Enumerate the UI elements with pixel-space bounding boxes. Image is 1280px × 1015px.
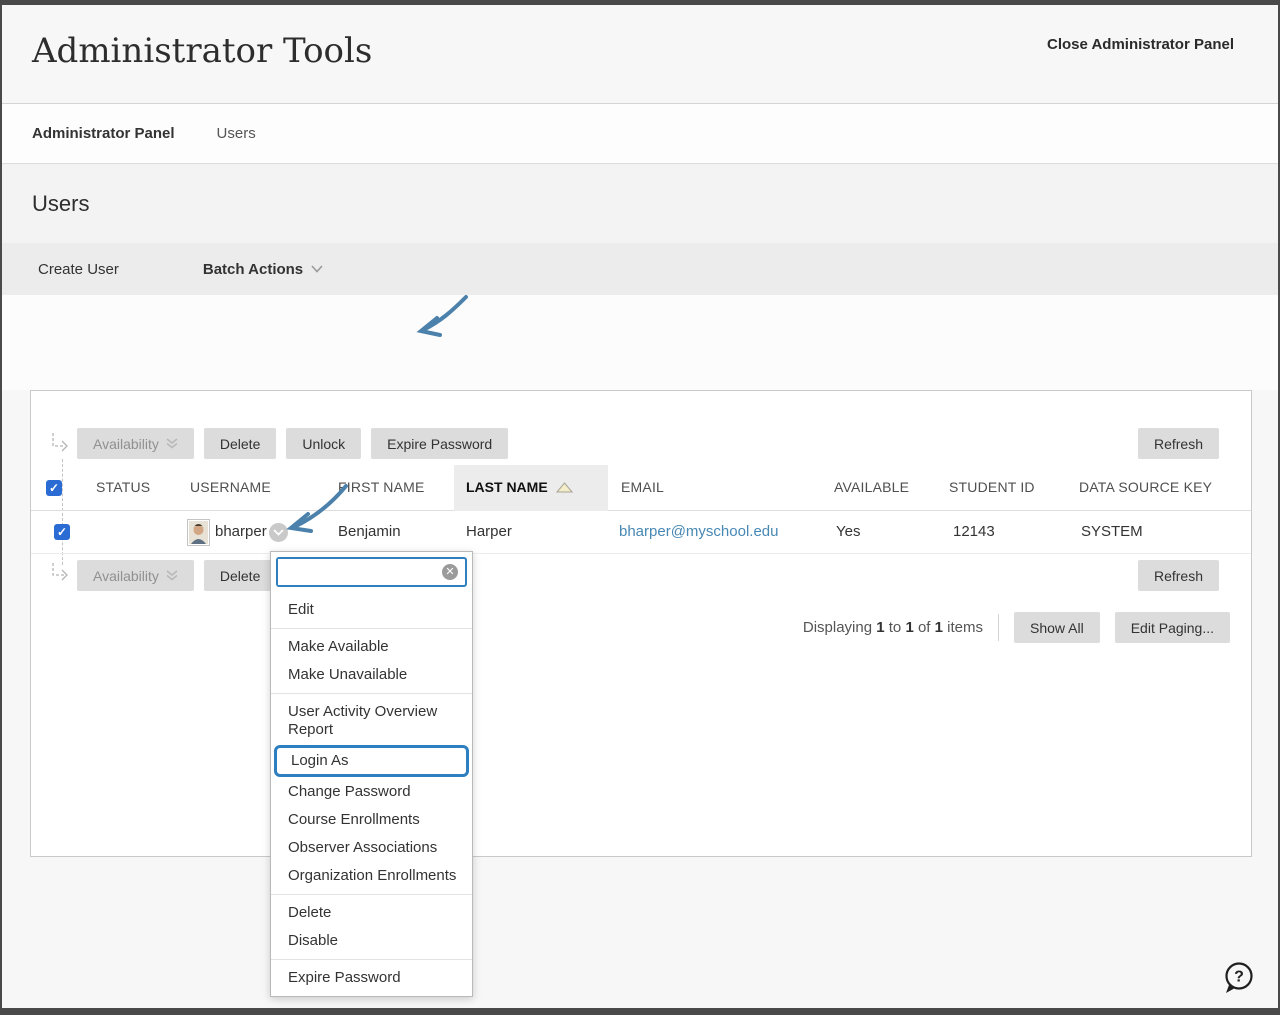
menu-item-make-available[interactable]: Make Available (271, 633, 472, 661)
help-icon: ? (1220, 960, 1256, 998)
double-chevron-down-icon (166, 570, 178, 581)
row-email-link[interactable]: bharper@myschool.edu (619, 523, 778, 540)
avatar-photo (189, 521, 208, 544)
svg-text:?: ? (1234, 969, 1244, 986)
paging-bar: Displaying 1 to 1 of 1 items Show All Ed… (803, 612, 1230, 643)
column-student-id[interactable]: STUDENT ID (949, 479, 1035, 495)
breadcrumb: Administrator Panel Users (2, 103, 1278, 164)
delete-button[interactable]: Delete (204, 428, 276, 459)
search-strip: Search: Username Contains In All Users G… (2, 295, 1278, 390)
menu-item-user-activity-overview-report[interactable]: User Activity Overview Report (271, 698, 472, 744)
user-options-menu-button[interactable] (269, 523, 288, 542)
availability-label: Availability (93, 568, 159, 584)
column-last-name-label: LAST NAME (466, 479, 548, 495)
context-menu-filter: ✕ (276, 557, 467, 587)
breadcrumb-administrator-panel[interactable]: Administrator Panel (32, 125, 175, 142)
help-button[interactable]: ? (1220, 960, 1256, 998)
paging-divider (998, 614, 999, 641)
page-header-title: Administrator Tools (32, 31, 372, 71)
menu-item-delete[interactable]: Delete (271, 899, 472, 927)
show-all-button[interactable]: Show All (1014, 612, 1100, 643)
availability-button[interactable]: Availability (77, 428, 194, 459)
menu-item-change-password[interactable]: Change Password (271, 778, 472, 806)
menu-group: Delete Disable (271, 894, 472, 959)
user-avatar (187, 519, 210, 546)
column-available[interactable]: AVAILABLE (834, 479, 909, 495)
select-all-checkbox[interactable]: ✓ (46, 480, 62, 496)
menu-item-course-enrollments[interactable]: Course Enrollments (271, 806, 472, 834)
column-data-source-key[interactable]: DATA SOURCE KEY (1079, 479, 1212, 495)
select-all-arrow-icon (47, 431, 75, 457)
menu-item-observer-associations[interactable]: Observer Associations (271, 834, 472, 862)
column-email[interactable]: EMAIL (621, 479, 664, 495)
refresh-button[interactable]: Refresh (1138, 428, 1219, 459)
table-toolbar-bottom: Availability Delete (77, 560, 276, 591)
paging-text: Displaying 1 to 1 of 1 items (803, 619, 983, 636)
menu-group: Expire Password (271, 959, 472, 996)
expire-password-button[interactable]: Expire Password (371, 428, 508, 459)
column-username[interactable]: USERNAME (190, 479, 271, 495)
breadcrumb-users: Users (217, 125, 256, 142)
availability-button-bottom[interactable]: Availability (77, 560, 194, 591)
row-data-source-key: SYSTEM (1081, 523, 1143, 540)
delete-button-bottom[interactable]: Delete (204, 560, 276, 591)
clear-icon[interactable]: ✕ (442, 564, 458, 580)
chevron-down-icon (311, 265, 323, 273)
menu-group: User Activity Overview Report Login As C… (271, 693, 472, 894)
select-all-arrow-icon (47, 563, 75, 587)
create-user-button[interactable]: Create User (38, 261, 119, 278)
page-title-band: Users (2, 164, 1278, 243)
double-chevron-down-icon (166, 438, 178, 449)
table-toolbar-top: Availability Delete Unlock Expire Passwo… (77, 428, 508, 459)
table-header-row: ✓ STATUS USERNAME FIRST NAME LAST NAME E… (31, 465, 1251, 511)
row-available: Yes (836, 523, 860, 540)
menu-item-login-as[interactable]: Login As (274, 745, 469, 777)
menu-item-expire-password[interactable]: Expire Password (271, 964, 472, 992)
page-title: Users (32, 191, 89, 217)
menu-item-edit[interactable]: Edit (271, 596, 472, 624)
column-first-name[interactable]: FIRST NAME (338, 479, 425, 495)
column-status[interactable]: STATUS (96, 479, 150, 495)
user-context-menu: ✕ Edit Make Available Make Unavailable U… (270, 551, 473, 997)
context-menu-filter-input[interactable] (278, 559, 442, 585)
menu-item-organization-enrollments[interactable]: Organization Enrollments (271, 862, 472, 890)
unlock-button[interactable]: Unlock (286, 428, 361, 459)
app-header: Administrator Tools Close Administrator … (2, 5, 1278, 103)
menu-group: Make Available Make Unavailable (271, 628, 472, 693)
menu-item-disable[interactable]: Disable (271, 927, 472, 955)
column-last-name[interactable]: LAST NAME (466, 479, 573, 495)
availability-label: Availability (93, 436, 159, 452)
edit-paging-button[interactable]: Edit Paging... (1115, 612, 1230, 643)
sort-ascending-icon (556, 482, 573, 493)
action-bar: Create User Batch Actions (2, 243, 1278, 295)
select-row-checkbox[interactable]: ✓ (54, 524, 70, 540)
row-username[interactable]: bharper (215, 523, 267, 540)
menu-item-make-unavailable[interactable]: Make Unavailable (271, 661, 472, 689)
close-administrator-panel-button[interactable]: Close Administrator Panel (1047, 36, 1234, 53)
row-first-name: Benjamin (338, 523, 401, 540)
row-last-name: Harper (466, 523, 512, 540)
batch-actions-label: Batch Actions (203, 261, 303, 278)
chevron-down-icon (273, 529, 284, 536)
menu-group: Edit (271, 592, 472, 628)
row-student-id: 12143 (953, 523, 995, 540)
refresh-button-bottom[interactable]: Refresh (1138, 560, 1219, 591)
users-table-card: Availability Delete Unlock Expire Passwo… (30, 390, 1252, 857)
table-row: ✓ bharper Benjamin Harper bharper@myscho… (31, 511, 1251, 554)
batch-actions-button[interactable]: Batch Actions (203, 261, 323, 278)
